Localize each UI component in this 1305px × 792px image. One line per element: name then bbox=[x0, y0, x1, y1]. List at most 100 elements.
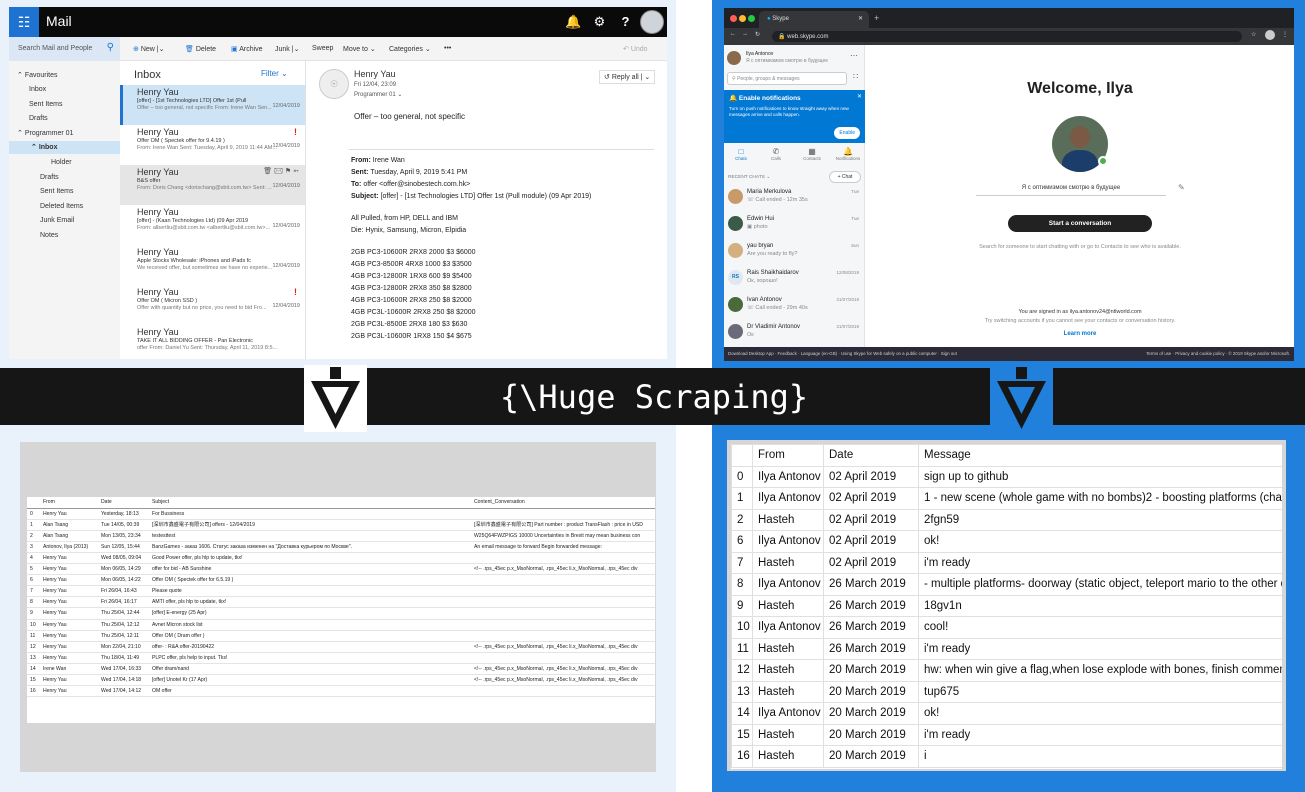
close-tab-icon[interactable]: ✕ bbox=[858, 15, 863, 22]
sweep-button[interactable]: Sweep bbox=[312, 45, 333, 52]
message-list: Inbox Filter ⌄ Henry Yau [offer] - [1st … bbox=[120, 61, 306, 359]
spec-line: 4GB PC3L-10600R 2RX8 250 $8 $2000 bbox=[351, 309, 476, 316]
mood-message[interactable]: Я с оптимизмом смотрю в будущее bbox=[976, 185, 1166, 196]
footer-legal[interactable]: Terms of use · Privacy and cookie policy… bbox=[1146, 351, 1290, 356]
chat-item[interactable]: Dr Vladimir Antonov Ок 21/07/2019 bbox=[724, 321, 865, 347]
nav-notes[interactable]: Notes bbox=[9, 229, 120, 242]
recent-chats-dropdown[interactable]: RECENT CHATS ⌄ bbox=[728, 175, 770, 180]
people-search-input[interactable]: ⚲ People, groups & messages bbox=[727, 72, 847, 85]
nav-drafts[interactable]: Drafts bbox=[9, 112, 120, 125]
start-conversation-button[interactable]: Start a conversation bbox=[1008, 215, 1152, 232]
message-item[interactable]: Henry Yau B&S offer From: Doris Chang <d… bbox=[120, 165, 305, 205]
signed-in-text: You are signed in as ilya.antonov24@ntlw… bbox=[1018, 309, 1142, 315]
tab-calls[interactable]: ✆ Calls bbox=[762, 147, 790, 161]
back-icon[interactable]: ← bbox=[730, 31, 736, 37]
table-cell: Henry Yau bbox=[40, 563, 98, 576]
forward-icon[interactable]: → bbox=[742, 31, 748, 37]
tab-chats[interactable]: □ Chats bbox=[727, 147, 755, 161]
nav-folder-inbox[interactable]: ⌃ Inbox bbox=[9, 141, 120, 154]
nav-sent-items-2[interactable]: Sent Items bbox=[9, 185, 120, 198]
subject-value: [offer] - [1st Technologies LTD] Offer 1… bbox=[380, 193, 592, 200]
nav-programmer-folder[interactable]: ⌃ Programmer 01 bbox=[9, 127, 120, 140]
chat-item[interactable]: Ivan Antonov ☏ Call ended - 29m 40s 21/0… bbox=[724, 294, 865, 320]
account-avatar[interactable] bbox=[640, 10, 664, 34]
chat-item[interactable]: Edwin Hui ▣ photo Tue bbox=[724, 213, 865, 239]
message-item[interactable]: Henry Yau TAKE IT ALL BIDDING OFFER - Pa… bbox=[120, 325, 305, 359]
bell-icon[interactable]: 🔔 bbox=[561, 7, 586, 37]
undo-icon: ↶ bbox=[623, 46, 629, 53]
tab-contacts[interactable]: ▦ Contacts bbox=[798, 147, 826, 161]
spec-line: 4GB PC3-12800R 1RX8 600 $9 $5400 bbox=[351, 273, 472, 280]
new-tab-icon[interactable]: + bbox=[874, 13, 879, 23]
filter-button[interactable]: Filter ⌄ bbox=[261, 69, 288, 78]
chat-item[interactable]: RS Rais Shaikhaidarov Ок, хорошо! 12/08/… bbox=[724, 267, 865, 293]
outlook-topbar: ☷ Mail 🔔 ⚙ ? bbox=[9, 7, 667, 37]
reply-all-button[interactable]: ↺ Reply all | ⌄ bbox=[599, 70, 656, 84]
pin-icon[interactable]: ➳ bbox=[293, 168, 299, 175]
new-button[interactable]: ⊕ New |⌄ bbox=[133, 45, 164, 53]
minimize-window-icon[interactable] bbox=[739, 15, 746, 22]
archive-button[interactable]: ▣ Archive bbox=[231, 45, 263, 53]
menu-icon[interactable]: ⋮ bbox=[1282, 31, 1288, 38]
categories-button[interactable]: Categories ⌄ bbox=[389, 45, 431, 53]
message-item[interactable]: Henry Yau [offer] - [1st Technologies LT… bbox=[120, 85, 305, 125]
move-to-button[interactable]: Move to ⌄ bbox=[343, 45, 376, 53]
my-name: Ilya Antonov bbox=[746, 51, 774, 57]
message-item[interactable]: Henry Yau [offer] - (Kaan Technologies L… bbox=[120, 205, 305, 245]
chat-item[interactable]: Maria Merkulova ☏ Call ended - 12m 35s T… bbox=[724, 186, 865, 212]
nav-deleted-items[interactable]: Deleted Items bbox=[9, 200, 120, 213]
close-window-icon[interactable] bbox=[730, 15, 737, 22]
profile-icon[interactable] bbox=[1265, 30, 1275, 40]
delete-button[interactable]: 🗑 Delete bbox=[185, 45, 216, 53]
table-cell bbox=[471, 607, 655, 620]
table-row: 6 Ilya Antonov 02 April 2019 ok! bbox=[731, 530, 1282, 553]
message-item[interactable]: Henry Yau Offer OM ( Spectek offer for 9… bbox=[120, 125, 305, 165]
chat-item[interactable]: yau bryan Are you ready to fly? Sun bbox=[724, 240, 865, 266]
chevron-down-icon[interactable]: ⌄ bbox=[397, 92, 402, 98]
nav-inbox[interactable]: Inbox bbox=[9, 83, 120, 96]
maximize-window-icon[interactable] bbox=[748, 15, 755, 22]
undo-button[interactable]: ↶ Undo bbox=[623, 45, 648, 53]
table-cell: Avnet Micron stock list bbox=[149, 619, 471, 631]
nav-drafts-2[interactable]: Drafts bbox=[9, 171, 120, 184]
my-avatar[interactable] bbox=[727, 51, 741, 65]
nav-sent-items[interactable]: Sent Items bbox=[9, 98, 120, 111]
gear-icon[interactable]: ⚙ bbox=[587, 7, 612, 37]
enable-notifications-button[interactable]: Enable bbox=[834, 127, 860, 139]
edit-pencil-icon[interactable]: ✎ bbox=[1178, 183, 1185, 192]
mark-read-icon[interactable]: ✉ bbox=[274, 168, 283, 175]
app-launcher-icon[interactable]: ☷ bbox=[9, 7, 39, 37]
reload-icon[interactable]: ↻ bbox=[755, 31, 760, 38]
close-icon[interactable]: ✕ bbox=[857, 93, 862, 100]
footer-links[interactable]: Download Desktop App · Feedback · Langua… bbox=[728, 351, 957, 356]
nav-junk-email[interactable]: Junk Email bbox=[9, 214, 120, 227]
table-cell: 26 March 2019 bbox=[823, 637, 919, 660]
dialpad-icon[interactable]: ∷ bbox=[849, 72, 862, 85]
help-icon[interactable]: ? bbox=[613, 7, 638, 37]
message-item[interactable]: Henry Yau Apple Stocks Wholesale: iPhone… bbox=[120, 245, 305, 285]
table-cell: Henry Yau bbox=[40, 508, 98, 520]
row-index: 7 bbox=[27, 585, 40, 598]
flag-icon[interactable]: ⚑ bbox=[285, 168, 291, 175]
more-button[interactable]: ••• bbox=[444, 45, 451, 52]
table-cell: <!-- .rps_45ec p.x_MsoNormal, .rps_45ec … bbox=[471, 641, 655, 653]
search-input[interactable]: Search Mail and People ⚲ bbox=[9, 37, 120, 61]
message-item[interactable]: Henry Yau Offer OM ( Micron SSD ) Offer … bbox=[120, 285, 305, 325]
avatar bbox=[728, 216, 743, 231]
address-bar[interactable]: 🔒 web.skype.com bbox=[772, 31, 1242, 42]
browser-tab[interactable]: ● Skype ✕ bbox=[759, 11, 869, 28]
more-icon[interactable]: ⋯ bbox=[850, 51, 858, 60]
table-cell: - multiple platforms- doorway (static ob… bbox=[918, 573, 1282, 596]
tab-notifications[interactable]: 🔔 Notifications bbox=[832, 147, 864, 161]
trash-icon[interactable]: 🗑 bbox=[263, 168, 272, 175]
column-header: From bbox=[752, 444, 824, 467]
bookmark-star-icon[interactable]: ☆ bbox=[1251, 31, 1256, 38]
new-chat-button[interactable]: + Chat bbox=[829, 171, 861, 183]
learn-more-link[interactable]: Learn more bbox=[866, 331, 1294, 337]
row-index: 12 bbox=[731, 659, 753, 682]
junk-button[interactable]: Junk |⌄ bbox=[275, 45, 299, 53]
nav-favourites[interactable]: ⌃ Favourites bbox=[9, 69, 120, 82]
subject-label: Subject: bbox=[351, 193, 379, 200]
nav-holder[interactable]: Holder bbox=[9, 156, 120, 169]
switch-accounts-text[interactable]: Try switching accounts if you cannot see… bbox=[866, 318, 1294, 324]
